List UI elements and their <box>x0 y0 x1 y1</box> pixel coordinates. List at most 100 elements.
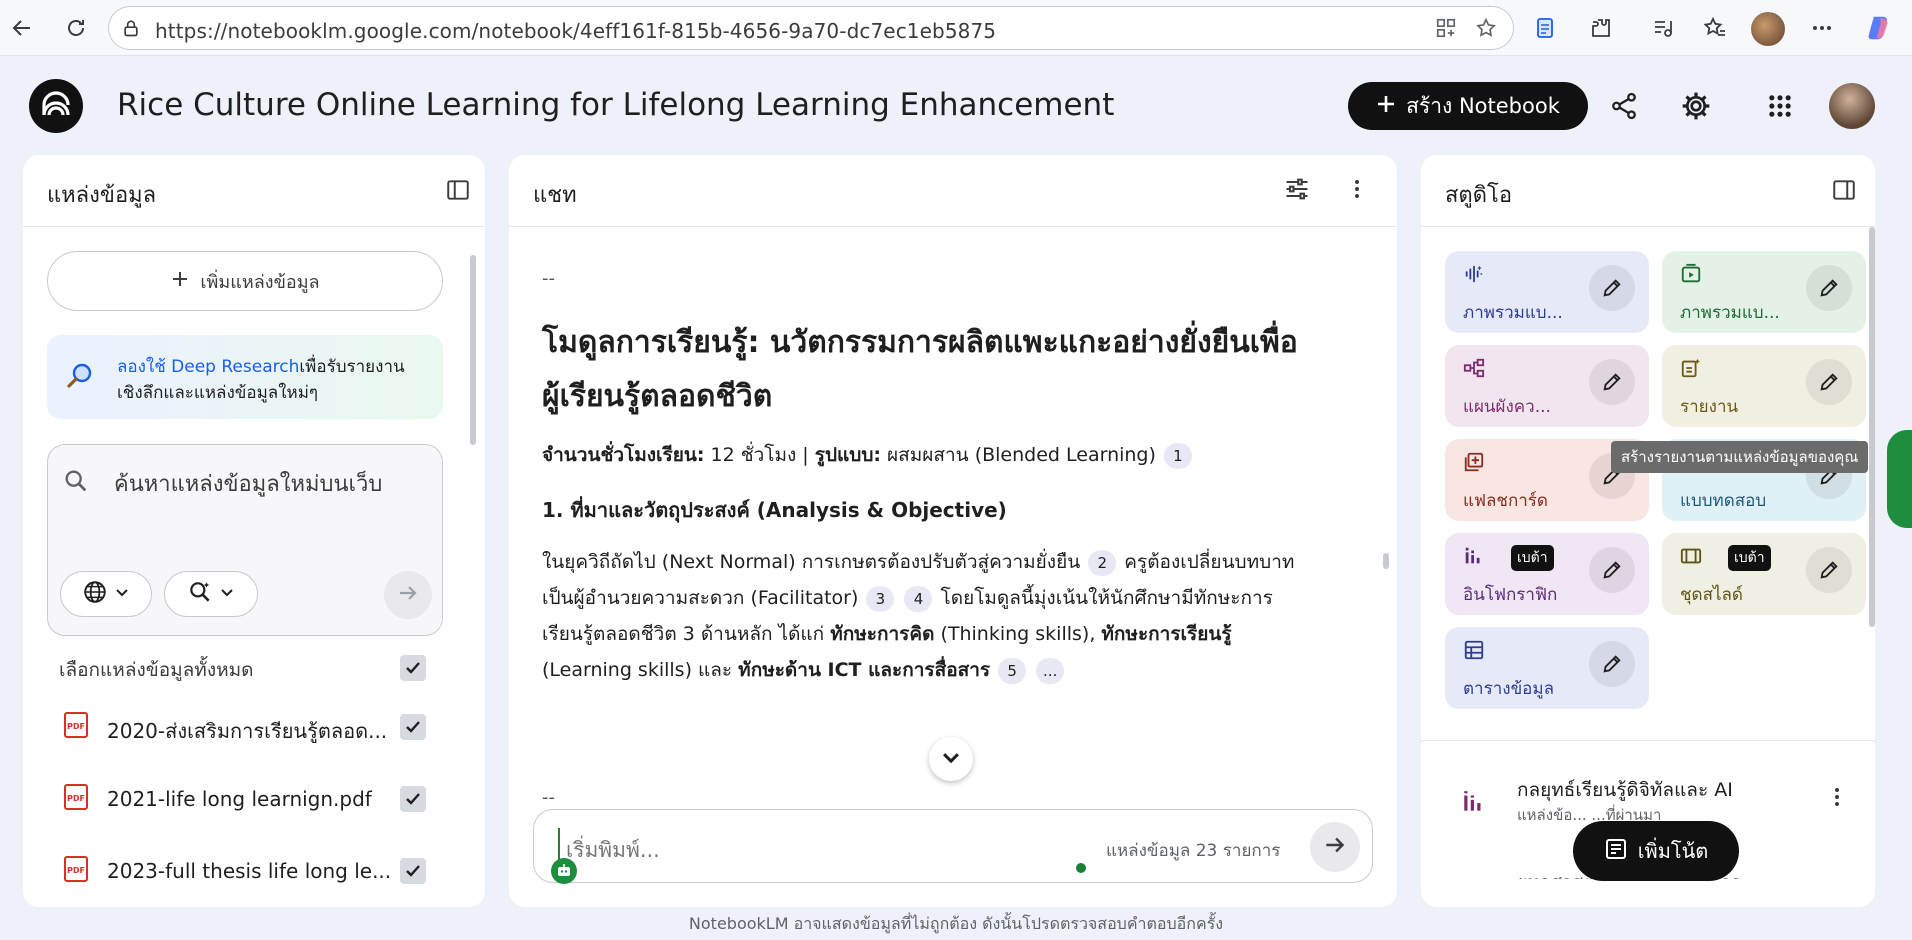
citation-chip[interactable]: 3 <box>866 585 895 612</box>
plus-icon <box>170 269 190 294</box>
studio-scrollbar[interactable] <box>1869 227 1875 627</box>
edit-button[interactable] <box>1806 265 1852 311</box>
app-header: Rice Culture Online Learning for Lifelon… <box>0 56 1912 154</box>
deep-research-promo[interactable]: ลองใช้ Deep Researchเพื่อรับรายงาน เชิงล… <box>47 335 443 419</box>
citation-chip[interactable]: 1 <box>1163 442 1192 469</box>
source-item[interactable]: PDF 2023-full thesis life long le... <box>23 841 463 901</box>
video-overview-icon <box>1680 263 1702 289</box>
deep-research-text: ลองใช้ Deep Researchเพื่อรับรายงาน <box>117 357 405 377</box>
arrow-right-icon <box>1322 832 1348 862</box>
search-input[interactable]: ค้นหาแหล่งข้อมูลใหม่บนเว็บ <box>114 466 382 501</box>
back-icon[interactable] <box>4 10 40 46</box>
create-notebook-button[interactable]: สร้าง Notebook <box>1348 82 1588 130</box>
infographic-icon <box>1463 545 1485 571</box>
account-avatar[interactable] <box>1829 83 1875 129</box>
source-checkbox[interactable] <box>400 858 426 884</box>
mindmap-icon <box>1463 357 1485 383</box>
settings-gear-icon[interactable] <box>1676 86 1716 126</box>
studio-tile[interactable]: รายงาน <box>1662 345 1866 427</box>
chevron-down-icon <box>114 584 130 604</box>
chat-panel: แชท -- โมดูลการเรียนรู้: นวัตกรรมการผลิต… <box>509 155 1397 907</box>
browser-toolbar: https://notebooklm.google.com/notebook/4… <box>0 0 1912 56</box>
sources-scrollbar[interactable] <box>470 255 476 445</box>
plus-icon <box>1376 94 1396 119</box>
media-icon[interactable] <box>1645 10 1681 46</box>
collapse-panel-icon[interactable] <box>1831 177 1857 207</box>
flashcard-icon <box>1463 451 1485 477</box>
assistant-bot-icon[interactable] <box>551 858 577 884</box>
chat-input[interactable]: เริ่มพิมพ์... <box>566 834 660 867</box>
beta-badge: เบต้า <box>1511 545 1554 571</box>
apps-grid-icon[interactable] <box>1760 86 1800 126</box>
add-note-button[interactable]: เพิ่มโน้ต <box>1573 821 1739 881</box>
scroll-down-button[interactable] <box>929 737 973 781</box>
sources-header: แหล่งข้อมูล <box>23 155 485 227</box>
app-grid-icon[interactable] <box>1435 17 1457 43</box>
research-mode-dropdown[interactable] <box>164 571 258 617</box>
star-icon[interactable] <box>1475 17 1497 43</box>
add-source-button[interactable]: เพิ่มแหล่งข้อมูล <box>47 251 443 311</box>
select-all-checkbox[interactable] <box>400 655 426 681</box>
browser-profile-avatar[interactable] <box>1751 12 1785 46</box>
pdf-icon: PDF <box>63 711 89 743</box>
studio-tile[interactable]: ตารางข้อมูล <box>1445 627 1649 709</box>
disclaimer-text: NotebookLM อาจแสดงข้อมูลที่ไม่ถูกต้อง ดั… <box>688 914 1224 933</box>
studio-tile-label: แบบทดสอบ <box>1680 491 1767 511</box>
more-vert-icon[interactable] <box>1825 785 1849 813</box>
source-checkbox[interactable] <box>400 714 426 740</box>
citation-chip[interactable]: 2 <box>1088 549 1117 576</box>
edit-button[interactable] <box>1806 359 1852 405</box>
address-bar[interactable]: https://notebooklm.google.com/notebook/4… <box>108 6 1514 50</box>
studio-header: สตูดิโอ <box>1421 155 1875 227</box>
studio-tile-label: ชุดสไลด์ <box>1680 585 1743 605</box>
share-icon[interactable] <box>1604 86 1644 126</box>
send-button[interactable] <box>1310 822 1360 872</box>
search-spark-icon <box>187 579 213 609</box>
more-icon[interactable] <box>1804 10 1840 46</box>
source-checkbox[interactable] <box>400 786 426 812</box>
studio-tile[interactable]: เบต้า อินโฟกราฟิก <box>1445 533 1649 615</box>
studio-tile[interactable]: ภาพรวมแบ... <box>1445 251 1649 333</box>
deep-research-link[interactable]: ลองใช้ Deep Research <box>117 357 299 377</box>
source-item[interactable]: PDF 2020-ส่งเสริมการเรียนรู้ตลอด... <box>23 697 463 757</box>
source-item[interactable]: PDF 2021-life long learnign.pdf <box>23 769 463 829</box>
edit-button[interactable] <box>1589 547 1635 593</box>
collapse-panel-icon[interactable] <box>445 177 471 207</box>
studio-tile[interactable]: ภาพรวมแบ... <box>1662 251 1866 333</box>
section-heading: 1. ที่มาและวัตถุประสงค์ (Analysis & Obje… <box>542 498 1007 522</box>
url-text: https://notebooklm.google.com/notebook/4… <box>155 19 997 43</box>
globe-icon <box>82 579 108 609</box>
svg-text:PDF: PDF <box>67 722 85 731</box>
submit-search-button[interactable] <box>384 571 432 619</box>
copilot-icon[interactable] <box>1861 10 1897 46</box>
studio-tile[interactable]: แผนผังคว... <box>1445 345 1649 427</box>
pencil-icon <box>1820 279 1838 297</box>
extensions-icon[interactable] <box>1583 10 1619 46</box>
pdf-icon: PDF <box>63 783 89 815</box>
more-vert-icon[interactable] <box>1345 177 1369 205</box>
beta-badge: เบต้า <box>1728 545 1771 571</box>
citation-chip[interactable]: 5 <box>998 657 1027 684</box>
notebook-title[interactable]: Rice Culture Online Learning for Lifelon… <box>117 87 1114 123</box>
citation-more-chip[interactable]: ... <box>1036 657 1065 684</box>
edit-button[interactable] <box>1589 359 1635 405</box>
edit-button[interactable] <box>1589 641 1635 687</box>
pencil-icon <box>1603 561 1621 579</box>
chat-input-box[interactable]: เริ่มพิมพ์... แหล่งข้อมูล 23 รายการ <box>533 809 1373 884</box>
edit-button[interactable] <box>1589 265 1635 311</box>
citation-chip[interactable]: 4 <box>904 585 933 612</box>
side-assistant-tab[interactable] <box>1887 430 1912 528</box>
web-source-dropdown[interactable] <box>60 571 152 617</box>
studio-tile-label: ภาพรวมแบ... <box>1680 303 1780 323</box>
add-source-label: เพิ่มแหล่งข้อมูล <box>200 271 320 293</box>
studio-tile[interactable]: เบต้าชุดสไลด์ <box>1662 533 1866 615</box>
create-notebook-label: สร้าง Notebook <box>1406 93 1560 118</box>
chat-scrollbar[interactable] <box>1383 553 1389 569</box>
chat-messages: -- โมดูลการเรียนรู้: นวัตกรรมการผลิตแพะแ… <box>509 228 1397 788</box>
edit-button[interactable] <box>1806 547 1852 593</box>
notebooklm-logo[interactable] <box>29 79 83 133</box>
tune-icon[interactable] <box>1283 175 1311 207</box>
document-icon[interactable] <box>1527 10 1563 46</box>
reload-icon[interactable] <box>58 10 94 46</box>
favorites-icon[interactable] <box>1697 10 1733 46</box>
